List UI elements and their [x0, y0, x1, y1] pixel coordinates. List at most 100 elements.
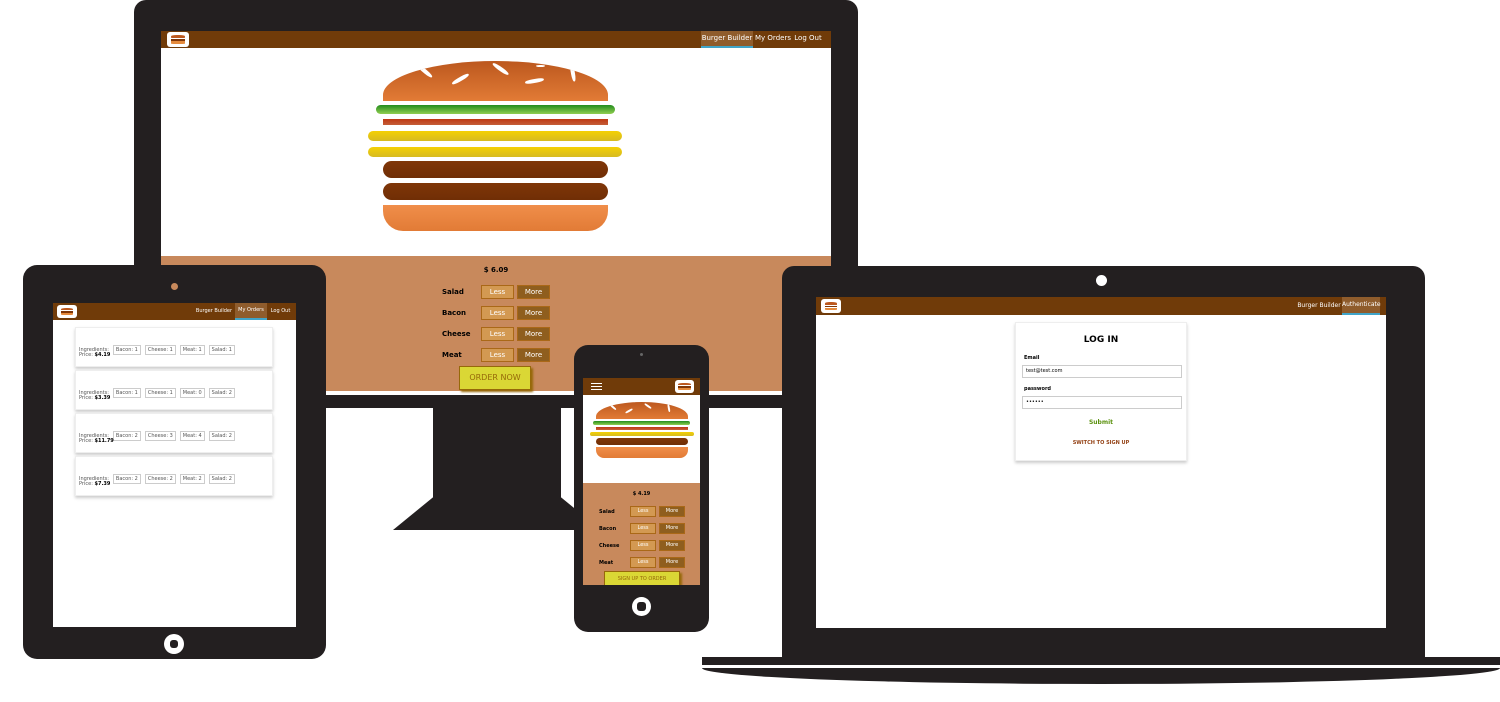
order-price: $3.39: [94, 395, 111, 401]
nav-authenticate[interactable]: Authenticate: [1342, 297, 1381, 315]
tablet-screen: Burger Builder My Orders Log Out Ingredi…: [53, 303, 296, 627]
more-button[interactable]: More: [659, 557, 685, 568]
order-price: $7.39: [94, 481, 111, 487]
bacon-layer: [383, 119, 608, 125]
email-field[interactable]: test@test.com: [1022, 365, 1182, 378]
less-button[interactable]: Less: [481, 306, 514, 320]
phone-toolbar: [583, 378, 700, 395]
price-label: Price:: [79, 352, 93, 358]
current-price: $ 6.09: [483, 266, 509, 274]
cheese-layer-2: [368, 147, 622, 157]
nav-burger-builder[interactable]: Burger Builder: [701, 31, 753, 48]
meat-layer-1: [383, 161, 608, 178]
ingredient-tag: Salad: 2: [208, 474, 235, 484]
ingredient-tag: Cheese: 1: [144, 345, 176, 355]
ingredient-tag: Meat: 0: [179, 388, 205, 398]
phone-home-button[interactable]: [632, 597, 651, 616]
less-button[interactable]: Less: [630, 557, 656, 568]
less-button[interactable]: Less: [630, 506, 656, 517]
control-label: Cheese: [599, 543, 620, 549]
order-now-button[interactable]: ORDER NOW: [459, 366, 531, 390]
ingredient-tag: Bacon: 1: [112, 345, 141, 355]
switch-to-signup-button[interactable]: SWITCH TO SIGN UP: [1016, 440, 1186, 446]
laptop-camera: [1096, 275, 1107, 286]
ingredient-tag: Salad: 1: [208, 345, 235, 355]
order-card: Ingredients: Bacon: 2 Cheese: 3 Meat: 4 Sala…: [75, 413, 273, 453]
bread-top: [383, 61, 608, 101]
burger-logo[interactable]: [821, 299, 841, 313]
salad-layer: [593, 421, 690, 425]
meat-layer: [596, 438, 688, 445]
monitor-stand-neck: [433, 404, 561, 499]
more-button[interactable]: More: [659, 523, 685, 534]
ingredient-tag: Cheese: 2: [144, 474, 176, 484]
ingredient-tag: Meat: 4: [179, 431, 205, 441]
nav-my-orders[interactable]: My Orders: [755, 31, 791, 48]
laptop-base: [702, 668, 1500, 684]
more-button[interactable]: More: [659, 506, 685, 517]
price-label: Price:: [79, 438, 93, 444]
salad-layer: [376, 105, 615, 114]
less-button[interactable]: Less: [630, 523, 656, 534]
phone-screen: $ 4.19 Salad Less More Bacon Less More C…: [583, 378, 700, 585]
auth-title: LOG IN: [1083, 335, 1119, 345]
ingredient-tag: Meat: 1: [179, 345, 205, 355]
ingredient-tag: Bacon: 1: [112, 388, 141, 398]
monitor-stand-base: [393, 496, 601, 530]
bacon-layer: [596, 427, 688, 430]
less-button[interactable]: Less: [481, 327, 514, 341]
password-field[interactable]: ••••••: [1022, 396, 1182, 409]
bread-bottom: [383, 205, 608, 231]
phone-speaker: [640, 353, 643, 356]
hamburger-menu-icon[interactable]: [591, 383, 602, 390]
more-button[interactable]: More: [517, 348, 550, 362]
bread-top: [596, 402, 688, 419]
control-label: Bacon: [442, 309, 467, 317]
build-controls: $ 4.19 Salad Less More Bacon Less More C…: [583, 483, 700, 585]
tablet-camera: [171, 283, 178, 290]
nav-log-out[interactable]: Log Out: [793, 31, 823, 48]
tablet-home-button[interactable]: [164, 634, 184, 654]
sign-up-to-order-button[interactable]: SIGN UP TO ORDER: [604, 571, 680, 585]
control-label: Cheese: [442, 330, 471, 338]
cheese-layer: [590, 432, 694, 436]
tablet-toolbar: Burger Builder My Orders Log Out: [53, 303, 296, 320]
ingredient-tag: Bacon: 2: [112, 431, 141, 441]
less-button[interactable]: Less: [630, 540, 656, 551]
more-button[interactable]: More: [517, 285, 550, 299]
ingredient-tag: Bacon: 2: [112, 474, 141, 484]
more-button[interactable]: More: [517, 306, 550, 320]
ingredient-tag: Cheese: 3: [144, 431, 176, 441]
auth-card: LOG IN Email test@test.com password ••••…: [1015, 322, 1187, 461]
submit-button[interactable]: Submit: [1016, 419, 1186, 426]
nav-burger-builder[interactable]: Burger Builder: [1297, 297, 1341, 315]
order-card: Ingredients: Bacon: 1 Cheese: 1 Meat: 0 Sala…: [75, 370, 273, 410]
order-price: $4.19: [94, 352, 111, 358]
nav-burger-builder[interactable]: Burger Builder: [194, 303, 234, 320]
more-button[interactable]: More: [659, 540, 685, 551]
email-label: Email: [1024, 355, 1040, 361]
bread-bottom: [596, 447, 688, 458]
control-label: Salad: [442, 288, 464, 296]
laptop-screen: Burger Builder Authenticate LOG IN Email…: [816, 297, 1386, 628]
less-button[interactable]: Less: [481, 348, 514, 362]
order-card: Ingredients: Bacon: 1 Cheese: 1 Meat: 1 Sala…: [75, 327, 273, 367]
ingredient-tag: Salad: 2: [208, 431, 235, 441]
less-button[interactable]: Less: [481, 285, 514, 299]
control-label: Meat: [442, 351, 462, 359]
burger-logo[interactable]: [675, 380, 694, 393]
laptop-base-top: [702, 657, 1500, 665]
price-label: Price:: [79, 395, 93, 401]
laptop-toolbar: Burger Builder Authenticate: [816, 297, 1386, 315]
nav-log-out[interactable]: Log Out: [268, 303, 293, 320]
nav-my-orders[interactable]: My Orders: [235, 303, 267, 320]
control-label: Salad: [599, 509, 615, 515]
ingredient-tag: Cheese: 1: [144, 388, 176, 398]
ingredient-tag: Salad: 2: [208, 388, 235, 398]
price-label: Price:: [79, 481, 93, 487]
order-price: $11.79: [94, 438, 114, 444]
burger-logo[interactable]: [57, 305, 77, 318]
burger-logo[interactable]: [167, 32, 189, 47]
more-button[interactable]: More: [517, 327, 550, 341]
ingredient-tag: Meat: 2: [179, 474, 205, 484]
